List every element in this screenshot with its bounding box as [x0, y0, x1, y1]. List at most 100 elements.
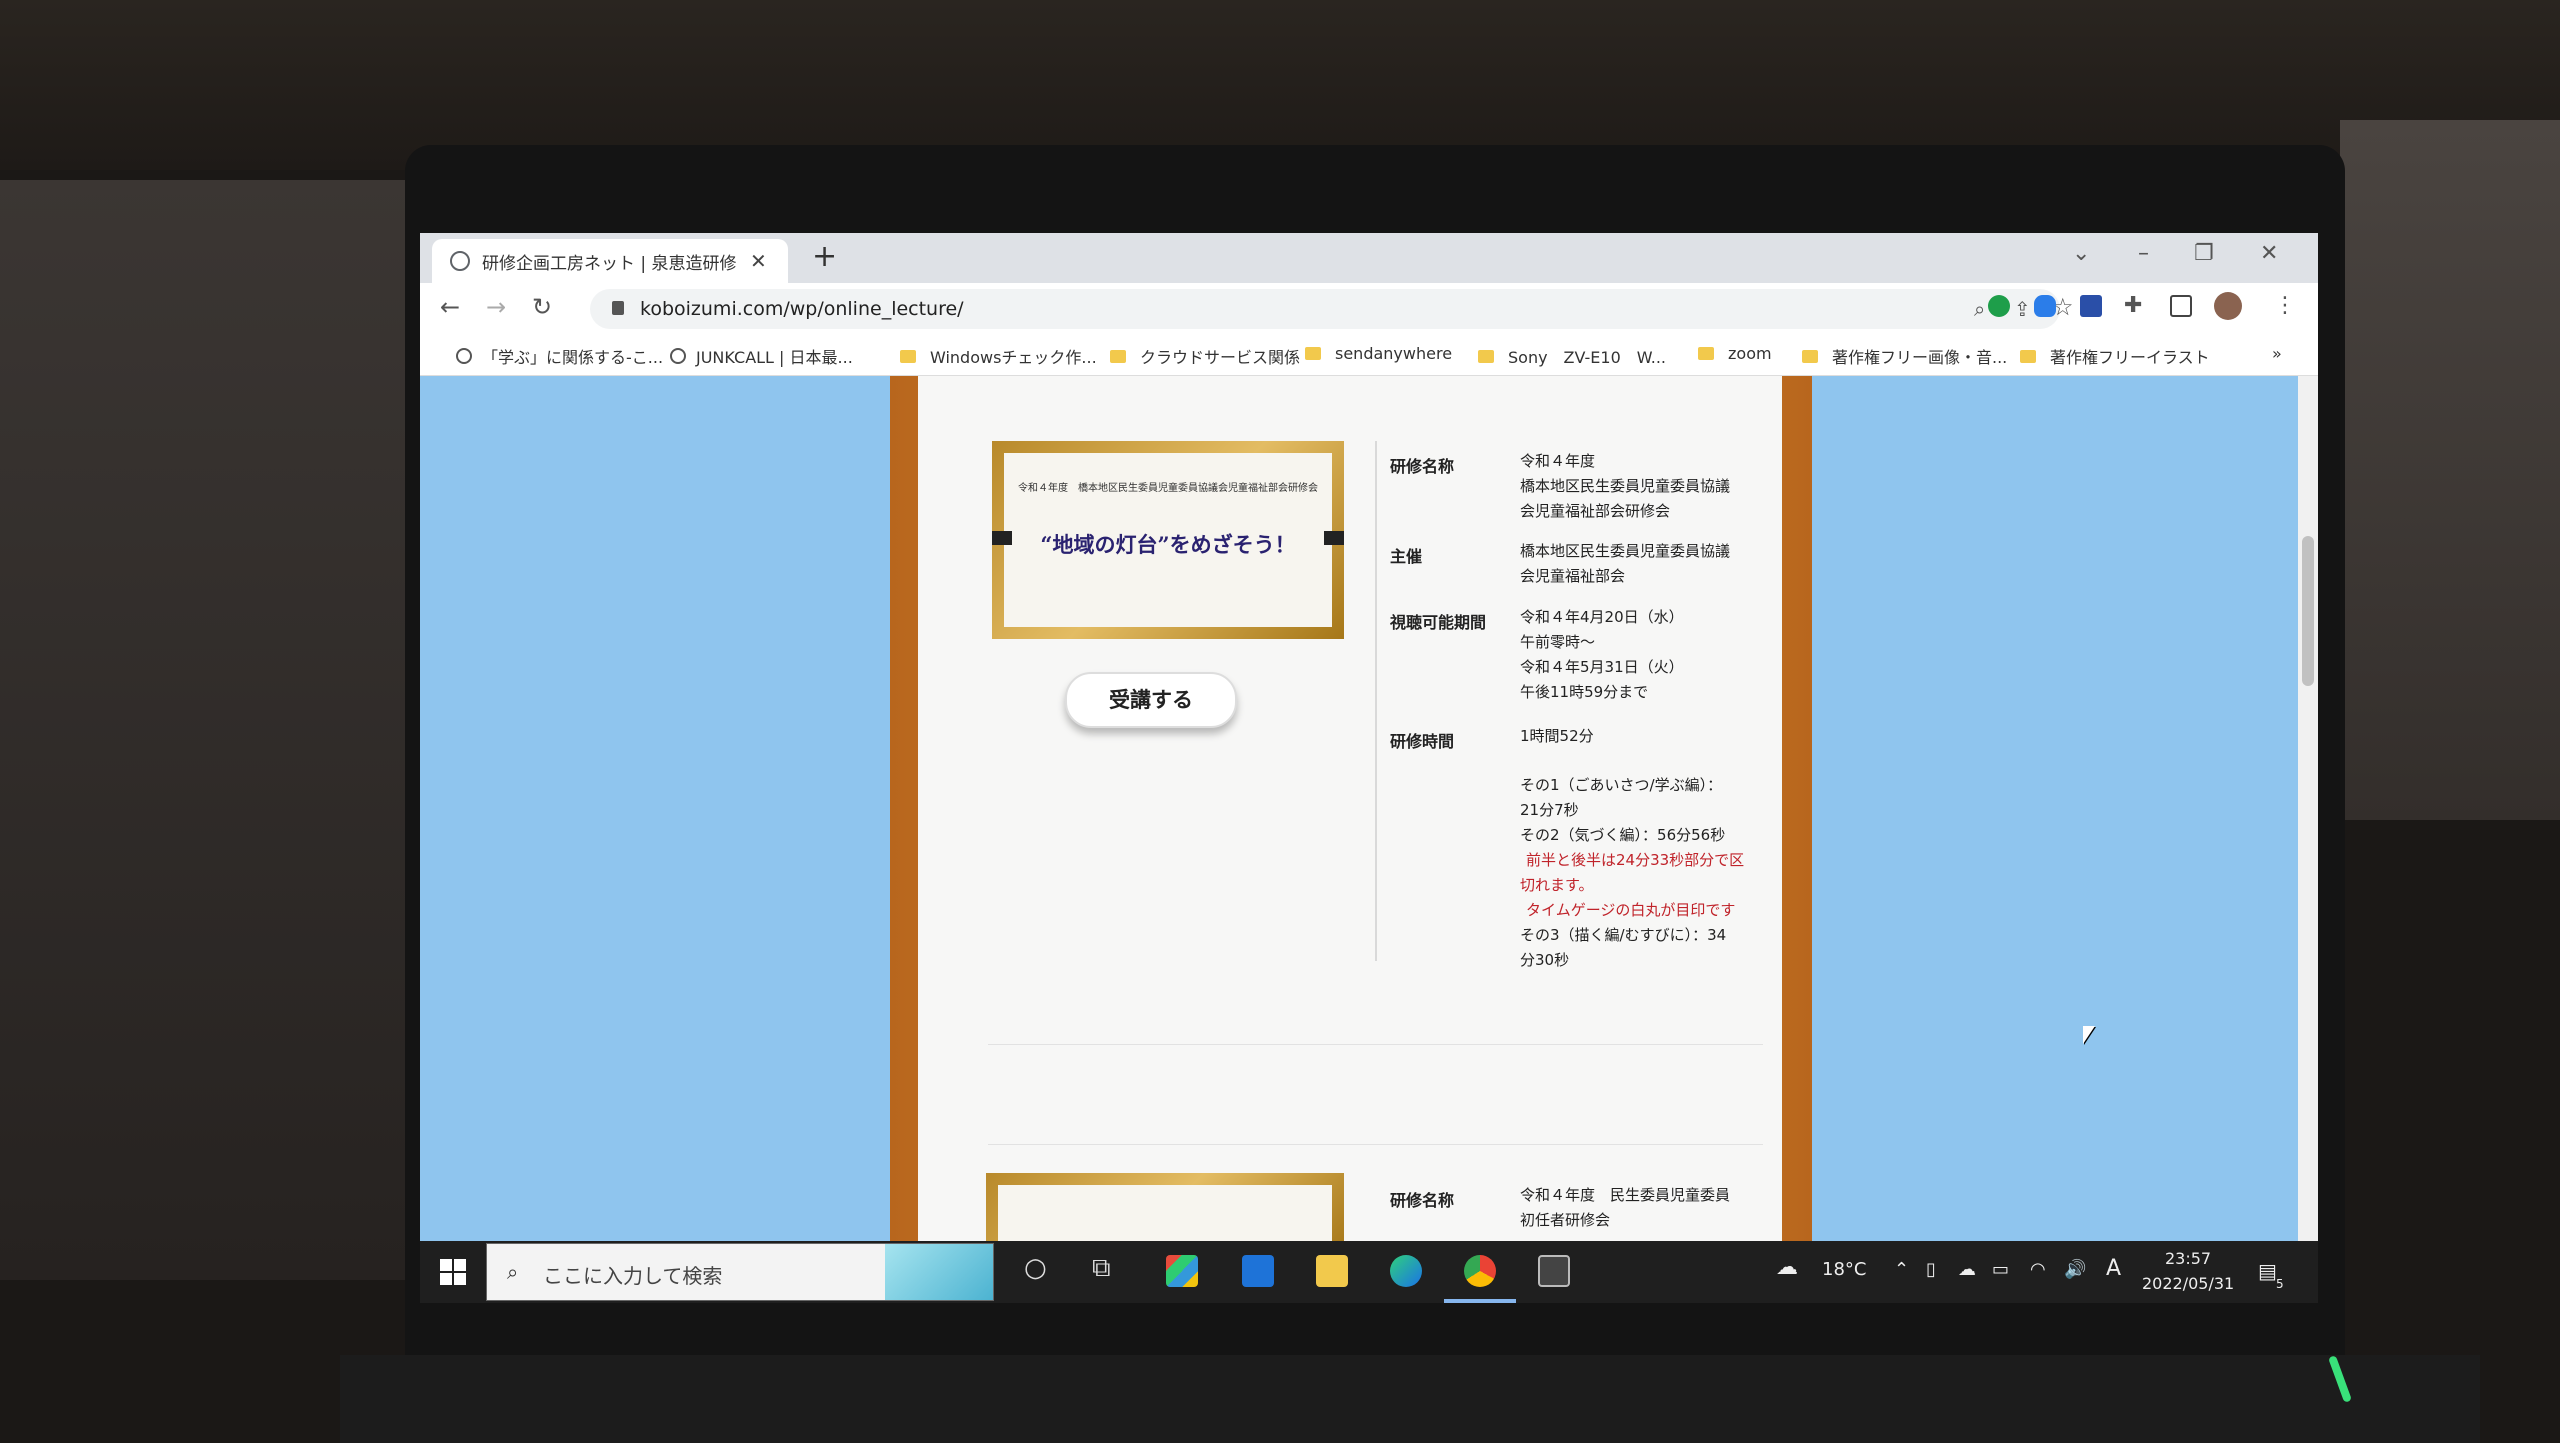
- file-explorer-icon[interactable]: [1316, 1255, 1348, 1287]
- bookmark-folder[interactable]: 著作権フリーイラスト: [2020, 344, 2210, 368]
- wifi-icon[interactable]: ◠: [2030, 1259, 2046, 1280]
- task-view-icon[interactable]: ⧉: [1092, 1253, 1111, 1284]
- label-host: 主催: [1390, 547, 1423, 566]
- close-icon[interactable]: ✕: [750, 249, 767, 273]
- lock-icon: [612, 301, 624, 315]
- thumbnail-subtitle: 令和４年度 橋本地区民生委員児童委員協議会児童福祉部会研修会: [1018, 483, 1318, 494]
- reload-icon[interactable]: ↻: [532, 293, 552, 321]
- label-name: 研修名称: [1390, 457, 1455, 476]
- thumbnail-inner: [998, 1185, 1332, 1241]
- value-host: 橋本地区民生委員児童委員協議 会児童福祉部会: [1520, 542, 1731, 585]
- extension-blue-icon[interactable]: [2080, 295, 2102, 317]
- minimize-button[interactable]: –: [2138, 241, 2149, 266]
- info-divider: [1375, 441, 1377, 961]
- browser-toolbar: ← → ↻ koboizumi.com/wp/online_lecture/ ⌕…: [420, 283, 2318, 335]
- side-panel-icon[interactable]: [2170, 295, 2192, 317]
- extension-green-icon[interactable]: [1988, 295, 2010, 317]
- address-bar[interactable]: koboizumi.com/wp/online_lecture/ ⌕ ⇪ ☆: [590, 289, 2074, 329]
- scrollbar-thumb[interactable]: [2302, 536, 2314, 686]
- bookmark-folder[interactable]: zoom: [1698, 344, 1772, 363]
- value-parts: その1（ごあいさつ/学ぶ編）： 21分7秒 その2（気づく編）：56分56秒 前…: [1520, 776, 1745, 969]
- onedrive-icon[interactable]: [2034, 295, 2056, 317]
- mouse-cursor: [2083, 1026, 2095, 1044]
- thumbnail-title: “地域の灯台”をめざそう！: [1040, 532, 1296, 557]
- active-app-indicator: [1444, 1299, 1516, 1303]
- onedrive-tray-icon[interactable]: ☁: [1958, 1259, 1976, 1280]
- share-icon[interactable]: ⇪: [2014, 297, 2031, 321]
- taskbar-search-box[interactable]: ⌕ ここに入力して検索: [486, 1243, 994, 1301]
- bookmark-item[interactable]: 「学ぶ」に関係する-こ...: [456, 344, 663, 368]
- url-text: koboizumi.com/wp/online_lecture/: [640, 298, 964, 320]
- bookmarks-bar: 「学ぶ」に関係する-こ... JUNKCALL | 日本最... Windows…: [420, 335, 2318, 376]
- bookmark-folder[interactable]: Sony ZV-E10 W...: [1478, 344, 1666, 368]
- folder-icon: [1305, 347, 1321, 360]
- bookmark-item[interactable]: JUNKCALL | 日本最...: [670, 344, 853, 368]
- profile-avatar[interactable]: [2214, 292, 2242, 320]
- bookmark-folder[interactable]: 著作権フリー画像・音...: [1802, 344, 2007, 368]
- chevron-up-icon[interactable]: ⌃: [1894, 1259, 1909, 1280]
- room-background-left: [0, 180, 410, 1280]
- search-highlight-image: [885, 1244, 993, 1300]
- clock-time[interactable]: 23:57: [2165, 1249, 2211, 1268]
- notification-count: 5: [2276, 1277, 2284, 1291]
- forward-icon[interactable]: →: [486, 293, 506, 321]
- tab-strip: 研修企画工房ネット | 泉恵造研修 ✕ + ⌄ – ❐ ✕: [420, 233, 2318, 283]
- value-period: 令和４年4月20日（水） 午前零時～ 令和４年5月31日（火） 午後11時59分…: [1520, 608, 1684, 701]
- edge-icon[interactable]: [1390, 1255, 1422, 1287]
- camera-icon[interactable]: [1538, 1255, 1570, 1287]
- thumbnail-tab-left: [992, 531, 1012, 545]
- thumbnail-tab-right: [1324, 531, 1344, 545]
- junkcall-icon: [670, 348, 686, 364]
- thumbnail-inner: 令和４年度 橋本地区民生委員児童委員協議会児童福祉部会研修会 “地域の灯台”をめ…: [1004, 453, 1332, 627]
- browser-tab-active[interactable]: 研修企画工房ネット | 泉恵造研修 ✕: [432, 239, 788, 283]
- label-period: 視聴可能期間: [1390, 613, 1487, 632]
- notification-icon[interactable]: ▤: [2258, 1259, 2277, 1283]
- ime-indicator[interactable]: A: [2106, 1256, 2121, 1281]
- label-name-2: 研修名称: [1390, 1191, 1455, 1210]
- meet-now-icon[interactable]: ▯: [1926, 1259, 1936, 1280]
- bookmark-folder[interactable]: sendanywhere: [1305, 344, 1452, 363]
- zoom-icon[interactable]: ⌕: [1974, 297, 1985, 321]
- folder-icon: [900, 349, 916, 363]
- tab-title: 研修企画工房ネット | 泉恵造研修: [482, 253, 737, 274]
- folder-icon: [1698, 347, 1714, 360]
- tab-search-icon[interactable]: ⌄: [2072, 241, 2090, 266]
- folder-icon: [2020, 349, 2036, 363]
- search-placeholder: ここに入力して検索: [543, 1264, 723, 1288]
- globe-icon: [456, 348, 472, 364]
- mail-icon[interactable]: [1242, 1255, 1274, 1287]
- microsoft-store-icon[interactable]: [1166, 1255, 1198, 1287]
- laptop-screen: 研修企画工房ネット | 泉恵造研修 ✕ + ⌄ – ❐ ✕ ← → ↻ kobo…: [420, 233, 2318, 1303]
- room-background-right: [2340, 120, 2560, 820]
- new-tab-button[interactable]: +: [812, 239, 837, 274]
- chrome-icon[interactable]: [1464, 1255, 1496, 1287]
- weather-temp[interactable]: 18°C: [1822, 1259, 1866, 1280]
- label-duration: 研修時間: [1390, 732, 1455, 751]
- restore-button[interactable]: ❐: [2194, 241, 2214, 266]
- cortana-icon[interactable]: ○: [1024, 1253, 1047, 1283]
- value-name: 令和４年度 橋本地区民生委員児童委員協議 会児童福祉部会研修会: [1520, 452, 1731, 520]
- value-duration: 1時間52分: [1520, 727, 1594, 745]
- folder-icon: [1478, 349, 1494, 363]
- folder-icon: [1802, 349, 1818, 363]
- menu-kebab-icon[interactable]: ⋮: [2274, 293, 2296, 318]
- volume-icon[interactable]: 🔊: [2064, 1259, 2086, 1280]
- bookmark-folder[interactable]: クラウドサービス関係: [1110, 344, 1300, 368]
- page-scrollbar[interactable]: [2298, 376, 2318, 1241]
- battery-icon[interactable]: ▭: [1992, 1259, 2009, 1280]
- back-icon[interactable]: ←: [440, 293, 460, 321]
- clock-date[interactable]: 2022/05/31: [2142, 1274, 2234, 1293]
- attend-button[interactable]: 受講する: [1065, 672, 1237, 728]
- close-window-button[interactable]: ✕: [2260, 241, 2278, 266]
- lecture-thumbnail[interactable]: 令和４年度 橋本地区民生委員児童委員協議会児童福祉部会研修会 “地域の灯台”をめ…: [992, 441, 1344, 639]
- lecture-thumbnail-2[interactable]: [986, 1173, 1344, 1241]
- windows-taskbar: ⌕ ここに入力して検索 ○ ⧉ ☁ 18°C ⌃ ▯ ☁ ▭ ◠ 🔊 A 23:…: [420, 1241, 2318, 1303]
- weather-icon[interactable]: ☁: [1776, 1255, 1798, 1280]
- windows-start-icon[interactable]: [440, 1259, 466, 1285]
- extensions-puzzle-icon[interactable]: ✚: [2124, 293, 2142, 318]
- laptop-base: [340, 1355, 2480, 1443]
- page-viewport: 令和４年度 橋本地区民生委員児童委員協議会児童福祉部会研修会 “地域の灯台”をめ…: [420, 376, 2298, 1241]
- folder-icon: [1110, 349, 1126, 363]
- bookmarks-overflow-button[interactable]: »: [2272, 344, 2282, 363]
- bookmark-folder[interactable]: Windowsチェック作...: [900, 344, 1097, 368]
